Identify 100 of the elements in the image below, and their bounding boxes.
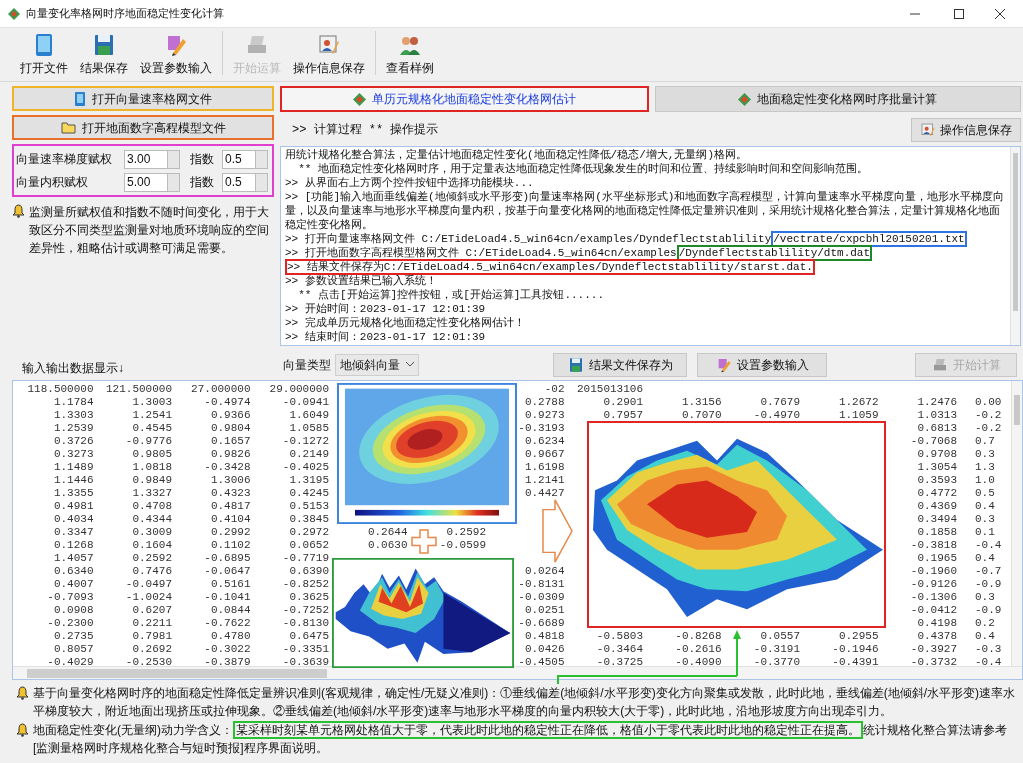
number-spinner[interactable]: 0.5 xyxy=(222,172,268,192)
open-file-button[interactable]: 打开地面数字高程模型文件 xyxy=(12,115,274,140)
tab[interactable]: 单历元规格化地面稳定性变化格网估计 xyxy=(280,86,649,112)
table-cell: 0.0251 xyxy=(524,604,565,616)
table-cell: -0.8268 xyxy=(675,630,722,642)
section-header: >> 计算过程 ** 操作提示 xyxy=(291,122,439,139)
table-cell: -0.7068 xyxy=(910,435,957,447)
toolbar-button[interactable]: 设置参数输入 xyxy=(134,33,218,77)
tablet-icon xyxy=(33,33,55,57)
table-cell: 0.3494 xyxy=(917,513,957,525)
table-cell: 1.1059 xyxy=(838,409,879,421)
vertical-scrollbar[interactable] xyxy=(1010,147,1020,345)
table-cell: 0.1965 xyxy=(917,552,957,564)
table-cell: -0.4970 xyxy=(753,409,800,421)
table-cell: -0.3927 xyxy=(910,643,957,655)
window-title: 向量变化率格网时序地面稳定性变化计算 xyxy=(26,6,224,22)
table-cell: -0.4391 xyxy=(832,656,879,668)
pencil-icon xyxy=(165,33,187,57)
section-label: 输入输出数据显示↓ xyxy=(21,360,125,377)
table-cell: -0.3464 xyxy=(596,643,643,655)
tab[interactable]: 地面稳定性变化格网时序批量计算 xyxy=(654,86,1021,112)
diamond-icon xyxy=(738,92,752,106)
table-cell: 0.4780 xyxy=(210,630,251,642)
table-cell: 0.2211 xyxy=(132,617,172,629)
bell-icon xyxy=(16,686,29,700)
table-cell: 1.6198 xyxy=(524,461,565,473)
table-cell: -0.4 xyxy=(975,539,1002,551)
scrollbar-thumb[interactable] xyxy=(27,668,327,678)
table-cell: -0.1960 xyxy=(910,565,957,577)
table-cell: 0.9849 xyxy=(132,474,172,486)
table-cell: 0.0844 xyxy=(210,604,251,616)
table-cell: 0.5153 xyxy=(289,500,329,512)
toolbar-button[interactable]: 操作信息保存 xyxy=(287,33,371,77)
table-cell: 0.2992 xyxy=(210,526,251,538)
table-cell: 1.0313 xyxy=(917,409,957,421)
table-cell: -0.9126 xyxy=(910,578,957,590)
table-cell: -0.3351 xyxy=(282,643,329,655)
number-spinner[interactable]: 0.5 xyxy=(222,149,268,169)
vertical-scrollbar[interactable] xyxy=(1011,381,1022,667)
table-cell: -0.6895 xyxy=(204,552,251,564)
table-cell: 1.0818 xyxy=(132,461,172,473)
table-cell: 2015013106 xyxy=(577,383,643,395)
field-label: 向量内积赋权 xyxy=(16,174,89,191)
table-cell: 1.3156 xyxy=(681,396,722,408)
tablet-icon xyxy=(74,91,86,106)
action-button[interactable]: 设置参数输入 xyxy=(697,352,827,377)
toolbar-button[interactable]: 打开文件 xyxy=(14,33,74,77)
table-cell: 0.1268 xyxy=(53,539,94,551)
number-spinner[interactable]: 5.00 xyxy=(124,172,180,192)
field-label: 向量类型 xyxy=(283,356,331,374)
table-cell: 1.2141 xyxy=(524,474,565,486)
table-cell: 0.4 xyxy=(975,500,995,512)
maximize-icon[interactable] xyxy=(954,8,964,19)
table-cell: 0.4 xyxy=(975,630,995,642)
table-cell: 0.0426 xyxy=(524,643,565,655)
table-cell: -0.7622 xyxy=(204,617,251,629)
table-cell: 1.6049 xyxy=(289,409,329,421)
number-spinner[interactable]: 3.00 xyxy=(124,149,180,169)
table-cell: 0.0630 xyxy=(367,539,408,551)
field-label: 指数 xyxy=(190,151,215,168)
table-cell: 1.1489 xyxy=(53,461,94,473)
table-cell: -0.5803 xyxy=(596,630,643,642)
table-cell: 0.2692 xyxy=(132,643,172,655)
table-cell: 0.1102 xyxy=(210,539,251,551)
table-cell: 0.7 xyxy=(975,435,995,447)
table-cell: -0.0599 xyxy=(439,539,486,551)
table-cell: -0.2 xyxy=(975,409,1002,421)
log-line: 用统计规格化整合算法，定量估计地面稳定性变化(地面稳定性降低/稳态/增大,无量纲)格网。 xyxy=(285,148,748,162)
table-cell: -0.9 xyxy=(975,604,1002,616)
table-cell: 1.3195 xyxy=(289,474,329,486)
table-cell: 0.9273 xyxy=(524,409,565,421)
table-cell: 0.2644 xyxy=(367,526,408,538)
table-cell: -0.4025 xyxy=(282,461,329,473)
table-cell: -0.0941 xyxy=(282,396,329,408)
log-line: >> 完成单历元规格化地面稳定性变化格网估计！ xyxy=(285,316,526,330)
table-cell: 1.3303 xyxy=(53,409,94,421)
table-cell: -0.0309 xyxy=(518,591,565,603)
table-cell: 1.2672 xyxy=(838,396,879,408)
open-file-button[interactable]: 打开向量速率格网文件 xyxy=(12,86,274,111)
action-button[interactable]: 结果文件保存为 xyxy=(553,352,687,377)
log-line: >> 打开地面数字高程模型格网文件 C:/ETideLoad4.5_win64cn/examples xyxy=(285,247,677,259)
table-cell: 0.1604 xyxy=(132,539,172,551)
toolbar-button[interactable]: 结果保存 xyxy=(74,33,134,77)
table-cell: 0.9804 xyxy=(210,422,251,434)
table-cell: 0.0557 xyxy=(760,630,800,642)
table-cell: -0.1272 xyxy=(282,435,329,447)
close-icon[interactable] xyxy=(995,8,1005,19)
table-cell: -0.1041 xyxy=(204,591,251,603)
table-cell: 0.4818 xyxy=(524,630,565,642)
table-cell: 0.4772 xyxy=(917,487,957,499)
save-log-button[interactable]: 操作信息保存 xyxy=(911,118,1021,142)
plus-icon xyxy=(411,529,437,554)
table-cell: -0.9776 xyxy=(125,435,172,447)
table-cell: 0.1657 xyxy=(210,435,251,447)
toolbar-button[interactable]: 查看样例 xyxy=(380,33,440,77)
table-cell: 0.2592 xyxy=(132,552,172,564)
vector-type-dropdown[interactable]: 地倾斜向量 xyxy=(335,353,419,376)
table-cell: 0.7070 xyxy=(681,409,722,421)
table-cell: 0.4378 xyxy=(917,630,957,642)
table-cell: -0.3022 xyxy=(204,643,251,655)
